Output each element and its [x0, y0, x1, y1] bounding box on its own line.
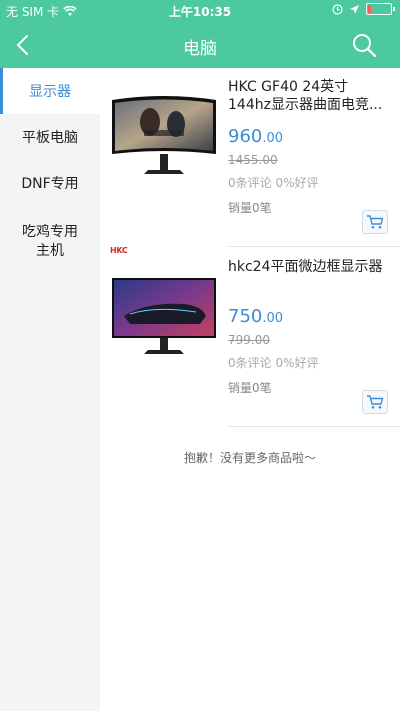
battery-level — [368, 5, 372, 13]
divider — [228, 246, 400, 247]
nav-bar: 电脑 — [0, 22, 400, 68]
sidebar-item-label: DNF专用 — [21, 176, 79, 192]
status-bar: 无 SIM 卡 上午10:35 — [0, 0, 400, 22]
sidebar-item-label: 吃鸡专用 主机 — [22, 224, 78, 259]
product-image[interactable] — [110, 90, 218, 186]
product-list: HKC GF40 24英寸144hz显示器曲面电竞... 960.00 1455… — [100, 68, 400, 711]
original-price: 799.00 — [228, 333, 270, 347]
product-name[interactable]: HKC GF40 24英寸144hz显示器曲面电竞... — [228, 78, 390, 114]
brand-mark: HKC — [110, 246, 128, 255]
product-card[interactable]: HKC hkc24平面微边框显示器 750.00 799.00 0条评论 0%好… — [100, 246, 400, 426]
review-summary: 0条评论 0%好评 — [228, 356, 319, 370]
price-decimal: .00 — [262, 311, 284, 326]
sidebar-item-pubg-host[interactable]: 吃鸡专用 主机 — [0, 206, 100, 278]
sidebar-item-label: 显示器 — [29, 84, 71, 100]
page-title: 电脑 — [183, 39, 217, 59]
product-name[interactable]: hkc24平面微边框显示器 — [228, 258, 390, 294]
price-decimal: .00 — [262, 131, 284, 146]
sidebar-item-tablet[interactable]: 平板电脑 — [0, 114, 100, 160]
sidebar-item-monitor[interactable]: 显示器 — [0, 68, 100, 114]
sidebar-item-dnf[interactable]: DNF专用 — [0, 160, 100, 206]
cart-icon — [367, 395, 384, 409]
sidebar-item-label: 平板电脑 — [22, 130, 78, 146]
price-integer: 750 — [228, 306, 263, 327]
product-price: 750.00 — [228, 306, 390, 327]
add-to-cart-button[interactable] — [362, 210, 388, 234]
divider — [228, 426, 400, 427]
cart-icon — [367, 215, 384, 229]
product-info: hkc24平面微边框显示器 750.00 799.00 0条评论 0%好评 销量… — [228, 258, 390, 396]
alarm-icon — [332, 3, 343, 15]
location-arrow-icon — [350, 4, 359, 14]
original-price: 1455.00 — [228, 153, 278, 167]
search-icon[interactable] — [350, 31, 378, 59]
battery-icon — [366, 3, 395, 15]
product-info: HKC GF40 24英寸144hz显示器曲面电竞... 960.00 1455… — [228, 78, 390, 216]
price-integer: 960 — [228, 126, 263, 147]
no-more-items-text: 抱歉！没有更多商品啦～ — [183, 451, 316, 465]
review-summary: 0条评论 0%好评 — [228, 176, 319, 190]
product-image[interactable] — [110, 260, 218, 364]
category-sidebar: 显示器 平板电脑 DNF专用 吃鸡专用 主机 — [0, 68, 100, 711]
add-to-cart-button[interactable] — [362, 390, 388, 414]
product-card[interactable]: HKC GF40 24英寸144hz显示器曲面电竞... 960.00 1455… — [100, 68, 400, 246]
product-price: 960.00 — [228, 126, 390, 147]
status-right — [332, 3, 395, 15]
